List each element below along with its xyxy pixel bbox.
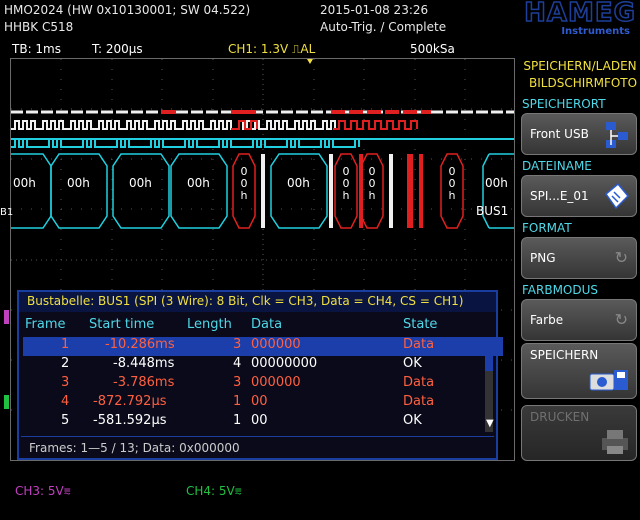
hameg-logo: HAMEG Instruments <box>452 0 636 38</box>
usb-folder-icon <box>606 122 628 148</box>
bus-nibble-b2: h <box>343 189 350 202</box>
col-state: State <box>403 317 438 332</box>
cell-data: 00 <box>251 413 268 428</box>
ch3-marker <box>4 310 9 324</box>
farbmodus-button[interactable]: Farbe ↻ <box>521 299 637 341</box>
ch4-marker <box>4 395 9 409</box>
trigger-time: T: 200µs <box>92 42 143 56</box>
bus1-decode <box>11 153 514 229</box>
table-row[interactable]: 3 -3.786ms 3 000000 Data <box>23 375 503 394</box>
col-frame: Frame <box>25 317 66 332</box>
table-row[interactable]: 5 -581.592µs 1 00 OK <box>23 413 503 432</box>
format-button[interactable]: PNG ↻ <box>521 237 637 279</box>
cell-frame: 5 <box>61 413 70 428</box>
speicherort-button[interactable]: Front USB <box>521 113 637 155</box>
bus-value-10: 00h <box>485 176 508 190</box>
col-start-time: Start time <box>89 317 155 332</box>
table-divider <box>21 436 494 437</box>
ch1-setting: CH1: 1.3V ⎍AL <box>228 42 316 56</box>
speichern-label: SPEICHERN <box>530 348 599 362</box>
bus-table-title: Bustabelle: BUS1 (SPI (3 Wire): 8 Bit, C… <box>19 292 496 312</box>
cell-state: Data <box>403 337 435 352</box>
bus-value-4: 00h <box>187 176 210 190</box>
farbmodus-label: FARBMODUS <box>522 283 599 297</box>
rotate-icon: ↻ <box>614 248 628 267</box>
cell-length: 1 <box>233 413 242 428</box>
cell-length: 3 <box>233 375 242 390</box>
timebase: TB: 1ms <box>12 42 61 56</box>
bus-nibble-d2: h <box>449 189 456 202</box>
cell-frame: 4 <box>61 394 70 409</box>
cell-data: 00000000 <box>251 356 318 371</box>
col-length: Length <box>187 317 232 332</box>
cell-state: OK <box>403 413 422 428</box>
sample-rate: 500kSa <box>410 42 455 56</box>
speicherort-value: Front USB <box>530 127 589 141</box>
speicherort-label: SPEICHERORT <box>522 97 606 111</box>
cell-frame: 1 <box>61 337 70 352</box>
camera-save-icon <box>589 370 628 391</box>
table-row[interactable]: 4 -872.792µs 1 00 Data <box>23 394 503 413</box>
drucken-label: DRUCKEN <box>530 410 590 424</box>
cell-start: -10.286ms <box>105 337 175 352</box>
scrollbar-thumb[interactable] <box>485 337 493 371</box>
bus-table-footer: Frames: 1—5 / 13; Data: 0x000000 <box>29 441 240 455</box>
bus-left-marker: B1 <box>0 207 14 218</box>
cell-state: Data <box>403 394 435 409</box>
ch4-trace <box>11 138 514 148</box>
cell-data: 00 <box>251 394 268 409</box>
bus-value-6: 00h <box>287 176 310 190</box>
cell-data: 000000 <box>251 337 301 352</box>
ch4-setting[interactable]: CH4: 5V⩳ <box>186 484 242 499</box>
format-label: FORMAT <box>522 221 572 235</box>
dateiname-button[interactable]: SPI...E_01 <box>521 175 637 217</box>
ch3-trace <box>11 120 418 130</box>
cell-start: -581.592µs <box>93 413 167 428</box>
rotate-icon: ↻ <box>614 310 628 329</box>
dateiname-value: SPI...E_01 <box>530 189 589 203</box>
menu-title-2: BILDSCHIRMFOTO <box>529 76 638 90</box>
brand-sub: Instruments <box>561 26 630 37</box>
bus-label: BUS1 <box>476 204 508 218</box>
format-value: PNG <box>530 251 556 265</box>
brand-name: HAMEG <box>523 0 636 29</box>
ch3-setting[interactable]: CH3: 5V⩳ <box>15 484 71 499</box>
cell-start: -3.786ms <box>113 375 175 390</box>
cell-length: 3 <box>233 337 242 352</box>
cell-frame: 3 <box>61 375 70 390</box>
table-row[interactable]: 2 -8.448ms 4 00000000 OK <box>23 356 503 375</box>
bus-nibble-a2: h <box>241 189 248 202</box>
datetime: 2015-01-08 23:26 <box>320 3 429 17</box>
trigger-status: Auto-Trig. / Complete <box>320 20 447 34</box>
bus-nibble-c2: h <box>369 189 376 202</box>
cell-data: 000000 <box>251 375 301 390</box>
bus-table[interactable]: Bustabelle: BUS1 (SPI (3 Wire): 8 Bit, C… <box>17 290 503 460</box>
speichern-button[interactable]: SPEICHERN <box>521 343 637 399</box>
table-row[interactable]: 1 -10.286ms 3 000000 Data <box>23 337 503 356</box>
cell-start: -8.448ms <box>113 356 175 371</box>
cell-frame: 2 <box>61 356 70 371</box>
file-edit-icon <box>604 182 630 210</box>
farbmodus-value: Farbe <box>530 313 564 327</box>
status-bar: TB: 1ms T: 200µs CH1: 1.3V ⎍AL 500kSa <box>0 40 516 58</box>
trigger-marker <box>307 59 313 64</box>
cell-state: Data <box>403 375 435 390</box>
menu-title-1: SPEICHERN/LADEN <box>523 59 637 73</box>
cell-start: -872.792µs <box>93 394 167 409</box>
bus-value-2: 00h <box>67 176 90 190</box>
printer-icon <box>602 430 628 454</box>
drucken-button[interactable]: DRUCKEN <box>521 405 637 461</box>
bus-value-3: 00h <box>129 176 152 190</box>
bus-value-1: 00h <box>13 176 36 190</box>
cell-length: 1 <box>233 394 242 409</box>
probe-info: HHBK C518 <box>4 20 74 34</box>
col-data: Data <box>251 317 283 332</box>
device-info: HMO2024 (HW 0x10130001; SW 04.522) <box>4 3 251 17</box>
cell-length: 4 <box>233 356 242 371</box>
scroll-down-icon[interactable]: ▼ <box>486 418 494 429</box>
cell-state: OK <box>403 356 422 371</box>
dateiname-label: DATEINAME <box>522 159 592 173</box>
